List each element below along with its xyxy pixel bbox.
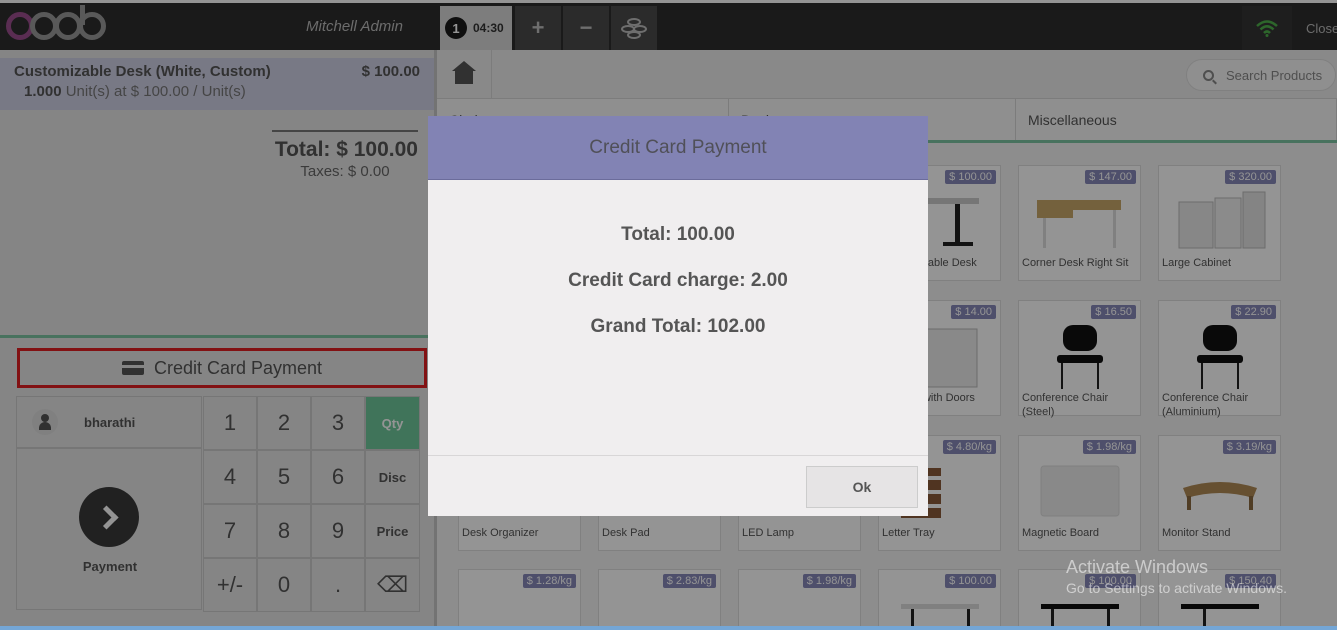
dialog-total: Total: 100.00 [621, 224, 735, 245]
credit-card-payment-dialog: Credit Card Payment Total: 100.00 Credit… [428, 116, 928, 516]
dialog-divider [428, 455, 928, 456]
activate-windows-watermark: Activate Windows Go to Settings to activ… [1066, 557, 1287, 596]
dialog-title: Credit Card Payment [428, 116, 928, 180]
watermark-subtitle: Go to Settings to activate Windows. [1066, 580, 1287, 596]
window-border [0, 626, 1337, 630]
watermark-title: Activate Windows [1066, 557, 1209, 577]
dialog-grand-total: Grand Total: 102.00 [590, 316, 766, 337]
dialog-card-charge: Credit Card charge: 2.00 [568, 270, 788, 291]
ok-button[interactable]: Ok [806, 466, 918, 508]
